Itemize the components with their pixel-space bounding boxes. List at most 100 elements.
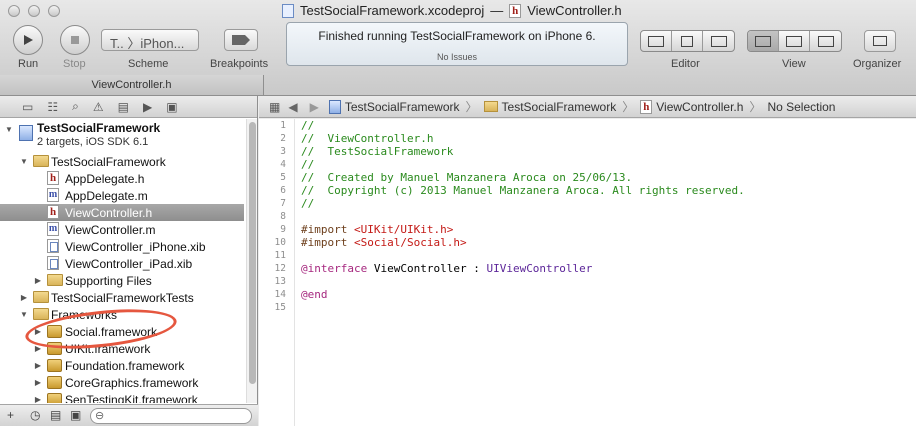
version-editor-button[interactable] [703,31,734,51]
navigator-item[interactable]: m ViewController.m [0,221,244,238]
breakpoints-button[interactable] [224,29,258,51]
folder-icon [33,308,49,320]
code-line[interactable]: #import <UIKit/UIKit.h> [301,223,745,236]
navigator-item-label: ViewController.h [65,205,153,220]
disclosure-closed-icon[interactable]: ▶ [19,293,29,302]
folder-icon [33,291,49,303]
breadcrumb-group[interactable]: TestSocialFramework [483,99,617,114]
code-line[interactable]: #import <Social/Social.h> [301,236,745,249]
framework-icon [47,393,62,403]
navigator-item[interactable]: ▶ CoreGraphics.framework [0,374,244,391]
code-line[interactable]: // TestSocialFramework [301,145,745,158]
organizer-button[interactable] [864,30,896,52]
view-control[interactable] [747,30,842,52]
version-editor-icon [710,35,727,47]
line-number: 4 [280,159,286,170]
code-line[interactable] [301,301,745,314]
code-line[interactable]: // [301,158,745,171]
scheme-popup[interactable]: T.. 〉iPhon... [101,29,199,51]
line-number: 13 [274,276,286,287]
navigator-toggle-button[interactable] [748,31,779,51]
code-line[interactable]: // Copyright (c) 2013 Manuel Manzanera A… [301,184,745,197]
folder-icon[interactable]: ▭ [22,100,33,114]
code-line[interactable]: // [301,197,745,210]
code-token: <Social/Social.h> [353,236,467,249]
navigator-item[interactable]: ViewController_iPad.xib [0,255,244,272]
source-control-filter-icon[interactable]: ▤ [50,408,61,422]
issue-warning-icon[interactable]: ⚠ [93,100,104,114]
editor-mode-control[interactable] [640,30,735,52]
framework-icon [47,376,62,389]
line-number: 15 [274,302,286,313]
zoom-window-button[interactable] [48,5,60,17]
navigator-item[interactable]: ViewController_iPhone.xib [0,238,244,255]
status-message: Finished running TestSocialFramework on … [318,29,596,43]
run-button[interactable] [13,25,43,55]
standard-editor-button[interactable] [641,31,672,51]
breakpoint-icon [232,35,250,45]
navigator-item[interactable]: ▶ Foundation.framework [0,357,244,374]
disclosure-open-icon[interactable]: ▼ [4,125,14,134]
code-line[interactable] [301,210,745,223]
debug-navigator-icon[interactable]: ▤ [118,100,129,114]
forward-arrow-icon[interactable]: ▶ [310,100,319,114]
navigator-item[interactable]: h ViewController.h [0,204,244,221]
breadcrumb-project[interactable]: TestSocialFramework [328,99,460,114]
disclosure-closed-icon[interactable]: ▶ [33,395,43,403]
debug-area-toggle-button[interactable] [779,31,810,51]
folder-icon [483,101,498,112]
project-file-icon [282,3,294,18]
activity-status-display: Finished running TestSocialFramework on … [286,22,628,66]
code-line[interactable] [301,249,745,262]
breadcrumb-separator: 〉 [622,100,635,114]
code-text[interactable]: //// ViewController.h// TestSocialFramew… [301,119,745,314]
navigator-item[interactable]: ▶ SenTestingKit.framework [0,391,244,403]
navigator-item[interactable]: m AppDelegate.m [0,187,244,204]
navigator-item[interactable]: ▼ TestSocialFramework [0,153,244,170]
navigator-selector-bar: ▭ ☷ ⌕ ⚠ ▤ ▶ ▣ [0,96,257,118]
navigator-item[interactable]: ▶ Supporting Files [0,272,244,289]
disclosure-closed-icon[interactable]: ▶ [33,361,43,370]
scrollbar-thumb[interactable] [249,122,256,384]
back-arrow-icon[interactable]: ◀ [288,100,297,114]
bottom-panel-icon [786,35,802,47]
navigator-item[interactable]: h AppDelegate.h [0,170,244,187]
source-editor[interactable]: 1 2 3 4 5 6 7 8 9 10 11 12 13 14 15 //// ViewControlle… [259,119,916,426]
navigator-item[interactable]: ▶ TestSocialFrameworkTests [0,289,244,306]
disclosure-open-icon[interactable]: ▼ [19,310,29,319]
code-line[interactable] [301,275,745,288]
breakpoint-navigator-icon[interactable]: ▶ [143,100,152,114]
assistant-editor-button[interactable] [672,31,703,51]
navigator-scrollbar[interactable] [246,119,257,403]
code-line[interactable]: @interface ViewController : UIViewContro… [301,262,745,275]
editor-tab[interactable]: ViewController.h [0,75,264,95]
log-navigator-icon[interactable]: ▣ [166,100,177,114]
code-line[interactable]: @end [301,288,745,301]
minimize-window-button[interactable] [28,5,40,17]
search-icon[interactable]: ⌕ [72,99,79,114]
recent-files-icon[interactable]: ◷ [30,408,40,422]
project-root-row[interactable]: ▼ TestSocialFramework 2 targets, iOS SDK… [0,119,244,153]
code-line[interactable]: // ViewController.h [301,132,745,145]
stop-button[interactable] [60,25,90,55]
code-line[interactable]: // Created by Manuel Manzanera Aroca on … [301,171,745,184]
add-icon[interactable]: + [7,408,14,422]
breadcrumb-file[interactable]: h ViewController.h [640,99,743,114]
disclosure-closed-icon[interactable]: ▶ [33,276,43,285]
code-token: @interface [301,262,368,275]
disclosure-closed-icon[interactable]: ▶ [33,378,43,387]
breadcrumb-selection[interactable]: No Selection [767,100,835,114]
symbol-navigator-icon[interactable]: ☷ [47,100,58,114]
header-file-icon: h [509,3,522,18]
close-window-button[interactable] [8,5,20,17]
related-items-icon[interactable]: ▦ [269,100,280,114]
code-line[interactable]: // [301,119,745,132]
breadcrumb-label: TestSocialFramework [501,99,617,114]
line-number: 2 [280,133,286,144]
project-subtitle: 2 targets, iOS SDK 6.1 [37,136,149,148]
disclosure-open-icon[interactable]: ▼ [19,157,29,166]
utilities-toggle-button[interactable] [810,31,841,51]
header-file-icon: h [640,99,653,114]
filter-input[interactable]: ⊖ [90,408,252,424]
unsaved-filter-icon[interactable]: ▣ [70,408,81,422]
